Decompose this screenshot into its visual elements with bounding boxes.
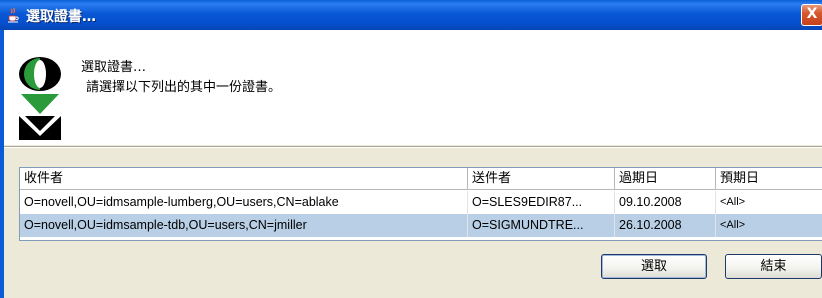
novell-identity-logo — [17, 56, 63, 142]
cell-expected: <All> — [716, 214, 822, 237]
cell-sender: O=SLES9EDIR87... — [468, 191, 615, 214]
column-header-expected[interactable]: 預期日 — [716, 168, 822, 190]
header-divider-highlight — [4, 147, 822, 148]
cell-expected: <All> — [716, 191, 822, 214]
close-button[interactable]: 結束 — [725, 254, 822, 279]
close-window-button[interactable]: X — [801, 4, 822, 26]
title-bar[interactable]: 選取證書… X — [0, 0, 822, 30]
cell-expires: 09.10.2008 — [615, 191, 716, 214]
window-title: 選取證書… — [26, 9, 96, 25]
cell-recipient: O=novell,OU=idmsample-lumberg,OU=users,C… — [20, 191, 468, 214]
column-header-sender[interactable]: 送件者 — [468, 168, 615, 190]
close-icon: X — [806, 6, 818, 22]
dialog-message: 請選擇以下列出的其中一份證書。 — [86, 80, 282, 95]
java-cup-icon — [5, 7, 21, 23]
cell-expires: 26.10.2008 — [615, 214, 716, 237]
table-row[interactable]: O=novell,OU=idmsample-tdb,OU=users,CN=jm… — [20, 214, 822, 237]
cell-sender: O=SIGMUNDTRE... — [468, 214, 615, 237]
certificate-table[interactable]: 收件者 送件者 過期日 預期日 O=novell,OU=idmsample-lu… — [19, 167, 822, 241]
table-header: 收件者 送件者 過期日 預期日 — [20, 168, 822, 191]
dialog-heading: 選取證書… — [81, 60, 147, 75]
select-button[interactable]: 選取 — [601, 254, 707, 279]
column-header-expires[interactable]: 過期日 — [615, 168, 716, 190]
column-header-recipient[interactable]: 收件者 — [20, 168, 468, 190]
cell-recipient: O=novell,OU=idmsample-tdb,OU=users,CN=jm… — [20, 214, 468, 237]
table-row[interactable]: O=novell,OU=idmsample-lumberg,OU=users,C… — [20, 191, 822, 214]
